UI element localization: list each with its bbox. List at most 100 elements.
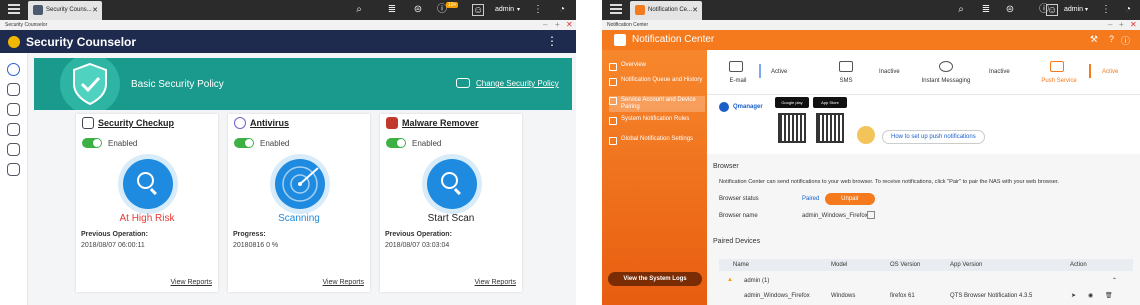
tools-icon[interactable]: ⚒ xyxy=(1090,34,1098,45)
search-icon[interactable]: ⌕ xyxy=(955,4,967,16)
announcements-nav-icon[interactable] xyxy=(7,163,20,176)
enabled-toggle[interactable] xyxy=(386,138,406,148)
browser-status-value: Paired xyxy=(802,196,820,202)
minimize-icon[interactable]: – xyxy=(1108,20,1112,29)
user-dropdown-icon[interactable]: ▾ xyxy=(1085,6,1088,13)
device-os: firefox 61 xyxy=(890,293,915,299)
service-push[interactable]: Push Service Active xyxy=(1032,52,1140,96)
antivirus-icon xyxy=(234,117,246,129)
help-icon[interactable]: ? xyxy=(1109,34,1114,44)
column-header-action[interactable]: Action xyxy=(1070,259,1087,271)
app-store-badge[interactable]: App Store xyxy=(813,97,847,108)
app-tab-notification-center[interactable]: Notification Ce... ✕ xyxy=(630,1,702,20)
sidebar-item-service-account[interactable]: Service Account and Device Pairing xyxy=(609,96,705,112)
enabled-label: Enabled xyxy=(412,139,442,148)
start-scan-button[interactable] xyxy=(422,154,482,214)
sidebar-item-queue-history[interactable]: Notification Queue and History xyxy=(609,77,705,86)
progress-label: Progress: xyxy=(233,231,266,238)
enabled-toggle[interactable] xyxy=(234,138,254,148)
previous-operation-value: 2018/08/07 03:03:04 xyxy=(385,242,450,249)
minimize-icon[interactable]: – xyxy=(543,20,547,29)
maximize-icon[interactable]: + xyxy=(1119,20,1124,29)
column-header-os-version[interactable]: OS Version xyxy=(890,259,920,271)
card-title[interactable]: Malware Remover xyxy=(402,118,479,128)
browser-description: Notification Center can send notificatio… xyxy=(719,179,1059,185)
more-menu-icon[interactable]: ⋮ xyxy=(546,34,558,48)
sidebar-item-system-rules[interactable]: System Notification Rules xyxy=(609,116,705,125)
dashboard-icon[interactable]: ◔ xyxy=(1122,4,1134,16)
record-icon[interactable]: ◉ xyxy=(1088,292,1093,299)
external-devices-icon[interactable]: ⊜ xyxy=(1004,4,1016,16)
settings-nav-icon[interactable] xyxy=(7,123,20,136)
close-tab-icon[interactable]: ✕ xyxy=(692,6,698,14)
unpair-button[interactable]: Unpair xyxy=(825,193,875,205)
dashboard-icon[interactable]: ◔ xyxy=(556,4,568,16)
column-header-app-version[interactable]: App Version xyxy=(950,259,982,271)
external-devices-icon[interactable]: ⊜ xyxy=(412,4,424,16)
send-test-icon[interactable]: ➤ xyxy=(1071,292,1076,299)
scan-button[interactable] xyxy=(118,154,178,214)
user-name[interactable]: admin xyxy=(495,6,514,13)
change-policy-icon[interactable] xyxy=(456,78,470,88)
top-taskbar: Notification Ce... ✕ ⌕ ≣ ⊜ ⓘ ☺ admin ▾ ⋮… xyxy=(602,0,1140,20)
search-icon[interactable]: ⌕ xyxy=(353,4,365,16)
background-tasks-icon[interactable]: ≣ xyxy=(386,4,398,16)
apps-nav-icon[interactable] xyxy=(7,143,20,156)
maximize-icon[interactable]: + xyxy=(555,20,560,29)
service-status: Active xyxy=(1102,69,1119,75)
enabled-label: Enabled xyxy=(260,139,290,148)
info-icon[interactable]: ⓘ xyxy=(1121,34,1130,47)
tab-underline xyxy=(707,94,1140,95)
service-status: Inactive xyxy=(989,69,1010,75)
view-system-logs-button[interactable]: View the System Logs xyxy=(608,272,702,286)
more-options-icon[interactable]: ⋮ xyxy=(1100,4,1112,16)
view-reports-link[interactable]: View Reports xyxy=(322,279,364,286)
browser-name-value: admin_Windows_Firefox xyxy=(802,213,868,219)
more-options-icon[interactable]: ⋮ xyxy=(532,4,544,16)
card-title[interactable]: Antivirus xyxy=(250,118,289,128)
user-avatar-icon[interactable]: ☺ xyxy=(472,4,484,16)
service-divider xyxy=(1089,64,1091,78)
sidebar-item-overview[interactable]: Overview xyxy=(609,62,705,71)
view-reports-link[interactable]: View Reports xyxy=(170,279,212,286)
enabled-label: Enabled xyxy=(108,139,138,148)
service-instant-messaging[interactable]: Instant Messaging Inactive xyxy=(903,52,1013,96)
qmanager-icon xyxy=(719,102,729,112)
window-title: Security Counselor xyxy=(5,22,48,28)
sms-icon xyxy=(839,61,853,72)
enabled-toggle[interactable] xyxy=(82,138,102,148)
edit-name-icon[interactable] xyxy=(867,211,875,219)
sidebar-item-global-settings[interactable]: Global Notification Settings xyxy=(609,136,705,145)
column-header-name[interactable]: Name xyxy=(733,259,749,271)
change-policy-link[interactable]: Change Security Policy xyxy=(476,79,559,88)
google-play-badge[interactable]: Google play xyxy=(775,97,809,108)
overview-nav-icon[interactable] xyxy=(7,63,20,76)
service-email[interactable]: E-mail Active xyxy=(721,52,831,96)
card-title[interactable]: Security Checkup xyxy=(98,118,174,128)
security-checkup-nav-icon[interactable] xyxy=(7,83,20,96)
security-policy-banner: Basic Security Policy Change Security Po… xyxy=(34,58,572,110)
security-counselor-window: Security Couns... ✕ ⌕ ≣ ⊜ ⓘ 10+ ☺ admin … xyxy=(0,0,576,305)
main-menu-icon[interactable] xyxy=(8,4,20,16)
user-avatar-icon[interactable]: ☺ xyxy=(1046,4,1058,16)
view-reports-link[interactable]: View Reports xyxy=(474,279,516,286)
column-header-model[interactable]: Model xyxy=(831,259,847,271)
screenshot-divider xyxy=(576,0,602,305)
app-store-qr-code xyxy=(816,113,844,143)
background-tasks-icon[interactable]: ≣ xyxy=(980,4,992,16)
group-label[interactable]: admin (1) xyxy=(744,278,769,284)
app-tab-security-counselor[interactable]: Security Couns... ✕ xyxy=(28,1,102,20)
close-window-icon[interactable]: ✕ xyxy=(1130,20,1137,29)
close-window-icon[interactable]: ✕ xyxy=(566,20,573,29)
close-tab-icon[interactable]: ✕ xyxy=(92,6,98,14)
security-counselor-logo xyxy=(8,36,20,48)
window-titlebar: Security Counselor – + ✕ xyxy=(0,20,576,30)
antivirus-nav-icon[interactable] xyxy=(7,103,20,116)
collapse-icon[interactable]: ⌃ xyxy=(1112,277,1117,284)
delete-icon[interactable]: 🗑 xyxy=(1105,292,1113,299)
main-menu-icon[interactable] xyxy=(610,4,622,16)
notification-center-logo xyxy=(614,34,626,46)
push-setup-link[interactable]: How to set up push notifications xyxy=(882,130,985,144)
user-dropdown-icon[interactable]: ▾ xyxy=(517,6,520,13)
user-name[interactable]: admin xyxy=(1064,6,1083,13)
